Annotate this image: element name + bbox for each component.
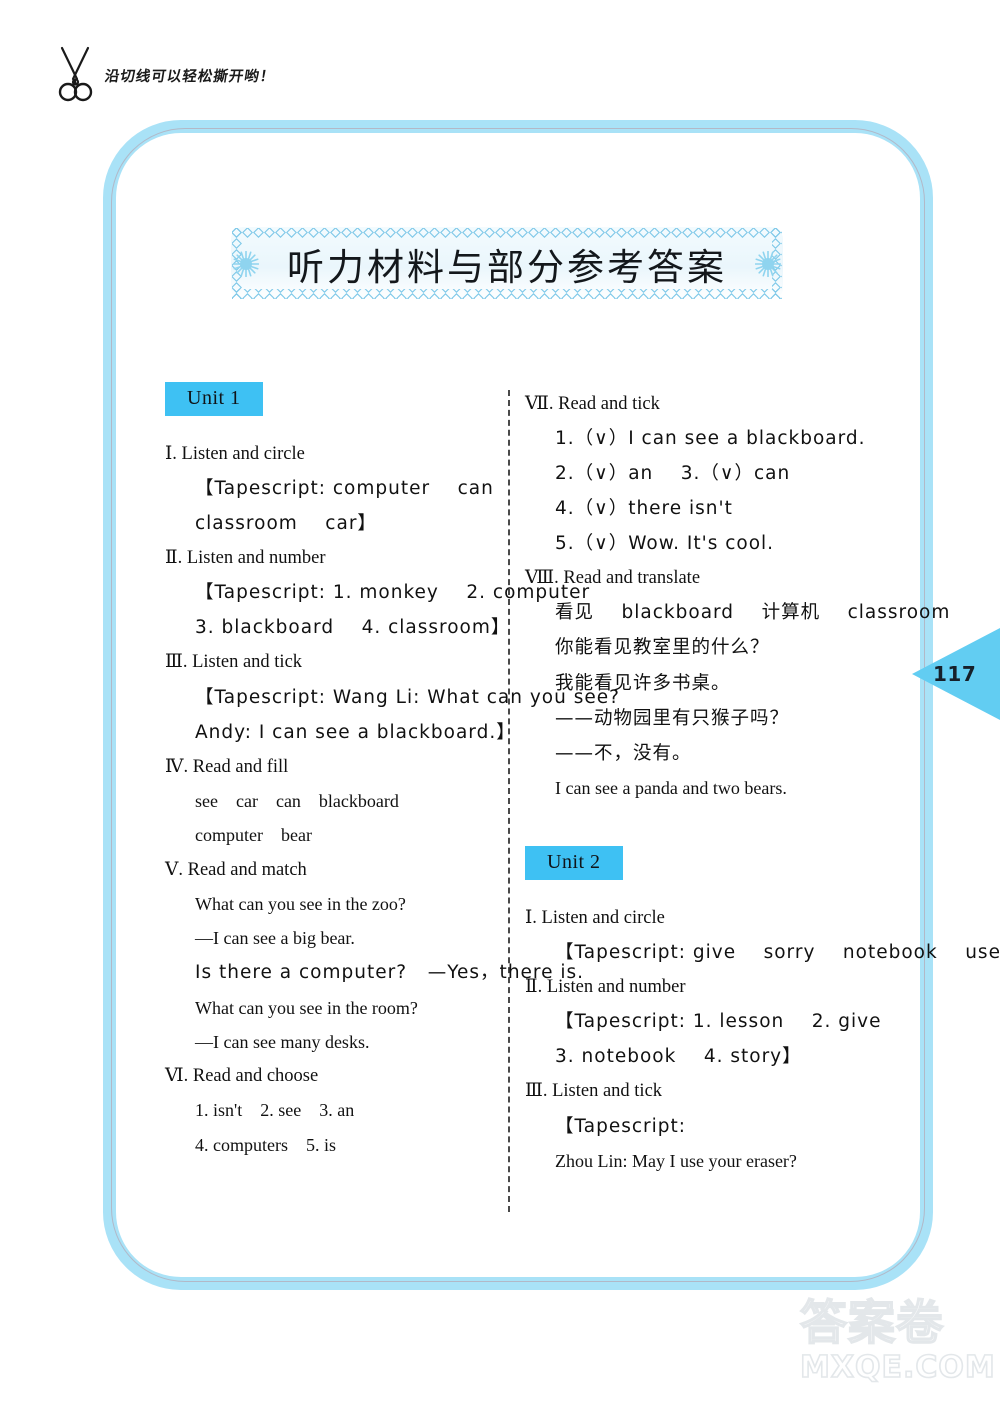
exercise-line: 3. blackboard 4. classroom】 [195, 617, 511, 639]
exercise-heading: Ⅱ. Listen and number [525, 977, 686, 998]
exercise-line: classroom car】 [195, 513, 377, 535]
exercise-heading: Ⅴ. Read and match [165, 859, 307, 880]
exercise-line: 1. isn't 2. see 3. an [195, 1100, 355, 1121]
exercise-heading: Ⅲ. Listen and tick [525, 1081, 663, 1102]
sparkle-icon-left [233, 250, 259, 277]
exercise-line: I can see a panda and two bears. [555, 777, 787, 798]
cutline-row: 沿切线可以轻松撕开哟！ [55, 44, 277, 106]
exercise-heading: Ⅰ. Listen and circle [525, 908, 665, 929]
page-title-banner: 听力材料与部分参考答案 [231, 227, 783, 300]
exercise-line: 4.（∨）there isn't [555, 498, 733, 520]
watermark: 答案卷 MXQE.COM [799, 1296, 996, 1396]
right-column: Ⅶ. Read and tick 1.（∨）I can see a blackbo… [525, 382, 1000, 1173]
watermark-cjk: 答案卷 [799, 1296, 944, 1351]
sparkle-icon-right [755, 250, 781, 277]
page-number: 117 [933, 662, 977, 686]
exercise-heading: Ⅲ. Listen and tick [165, 652, 303, 673]
content-columns: Unit 1 Ⅰ. Listen and circle 【Tapescript: c… [103, 382, 1000, 1222]
exercise-line: 【Tapescript: computer can [195, 478, 494, 500]
exercise-line: 2.（∨）an 3.（∨）can [555, 463, 791, 485]
exercise-line: 你能看见教室里的什么？ [555, 637, 770, 659]
exercise-line: Is there a computer? —Yes，there is. [195, 962, 585, 984]
exercise-heading: Ⅳ. Read and fill [165, 756, 289, 777]
exercise-heading: Ⅶ. Read and tick [525, 394, 660, 414]
unit-badge: Unit 1 [165, 382, 263, 416]
exercise-line: 看见 blackboard 计算机 classroom [555, 602, 951, 624]
exercise-line: computer bear [195, 825, 312, 846]
exercise-line: ——动物园里有只猴子吗？ [555, 707, 790, 729]
exercise-heading: Ⅱ. Listen and number [165, 548, 326, 569]
exercise-line: see car can blackboard [195, 790, 399, 811]
exercise-heading: Ⅷ. Read and translate [525, 568, 701, 589]
exercise-line: 5.（∨）Wow. It's cool. [555, 533, 775, 555]
exercise-line: 3. notebook 4. story】 [555, 1046, 802, 1068]
watermark-domain: MXQE.COM [799, 1350, 996, 1385]
exercise-line: 4. computers 5. is [195, 1134, 336, 1155]
exercise-heading: Ⅵ. Read and choose [165, 1066, 319, 1087]
exercise-line: —I can see a big bear. [195, 928, 355, 949]
exercise-line: 【Tapescript: give sorry notebook use】 [555, 942, 1000, 964]
exercise-line: What can you see in the room? [195, 997, 418, 1018]
exercise-heading: Ⅰ. Listen and circle [165, 444, 305, 464]
exercise-line: Andy: I can see a blackboard.】 [195, 721, 516, 743]
exercise-line: 【Tapescript: 1. monkey 2. computer [195, 582, 591, 604]
exercise-line: Zhou Lin: May I use your eraser? [555, 1150, 797, 1171]
exercise-line: What can you see in the zoo? [195, 893, 406, 914]
exercise-line: ——不，没有。 [555, 742, 692, 764]
unit-badge: Unit 2 [525, 846, 623, 881]
exercise-line: 我能看见许多书桌。 [555, 672, 731, 694]
left-column: Unit 1 Ⅰ. Listen and circle 【Tapescript: c… [165, 382, 620, 1157]
scissors-icon [58, 46, 93, 102]
page-title: 听力材料与部分参考答案 [287, 245, 727, 289]
cutline-text: 沿切线可以轻松撕开哟！ [103, 68, 277, 85]
exercise-line: 【Tapescript: 1. lesson 2. give [555, 1011, 882, 1033]
exercise-line: 【Tapescript: Wang Li: What can you see? [195, 686, 620, 708]
exercise-line: —I can see many desks. [195, 1031, 370, 1052]
exercise-line: 1.（∨）I can see a blackboard. [555, 428, 866, 450]
exercise-line: 【Tapescript: [555, 1115, 686, 1137]
